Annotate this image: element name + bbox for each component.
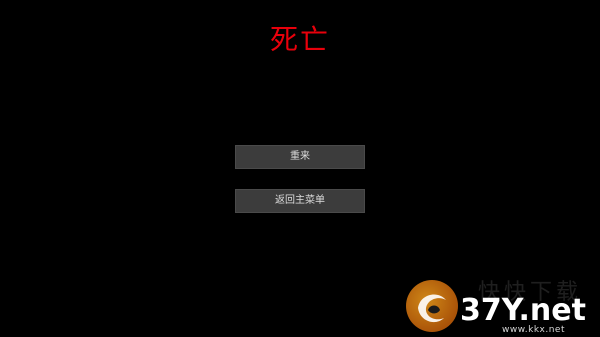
watermark-brand: 37Y.net [460,293,586,328]
watermark: 快快下载 37Y.net www.kkx.net [398,270,598,336]
retry-button[interactable]: 重来 [235,145,365,169]
swirl-logo-icon [406,280,458,332]
game-over-screen: 死亡 重来 返回主菜单 快快下载 37Y.net www.kkx.net [0,0,600,337]
watermark-url: www.kkx.net [502,325,565,335]
return-to-main-menu-button[interactable]: 返回主菜单 [235,189,365,213]
watermark-faint-text: 快快下载 [478,280,583,305]
death-title: 死亡 [269,23,330,56]
